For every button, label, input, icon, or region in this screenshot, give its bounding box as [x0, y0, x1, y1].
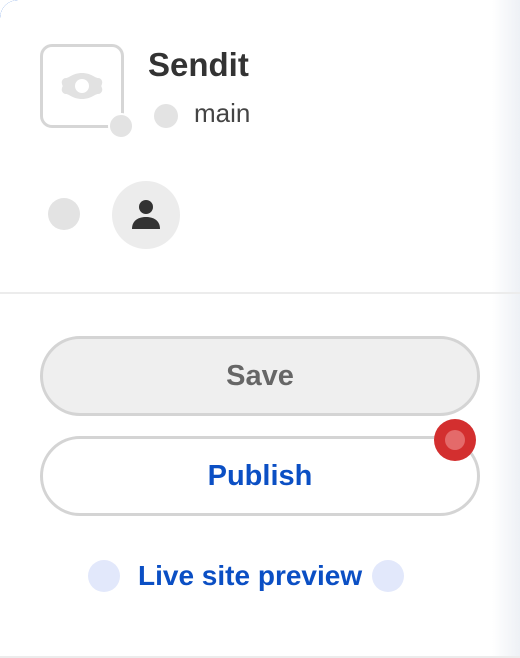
external-link-icon: [372, 560, 405, 592]
live-site-preview-link[interactable]: Live site preview: [88, 558, 405, 594]
branch-name[interactable]: main: [194, 98, 250, 129]
app-logo-icon: [61, 73, 103, 99]
deploy-panel: Sendit main Save Publish Live site previ…: [0, 0, 520, 658]
edge-shadow: [492, 0, 520, 658]
section-divider: [0, 292, 520, 294]
branch-icon: [154, 104, 178, 128]
preview-leading-icon: [88, 560, 120, 592]
avatar[interactable]: [112, 181, 180, 249]
notification-badge-core: [445, 430, 465, 450]
logo-status-dot: [108, 113, 134, 139]
presence-dot-icon: [48, 198, 80, 230]
live-site-preview-label: Live site preview: [138, 560, 363, 591]
notification-badge: [434, 419, 476, 461]
app-name: Sendit: [148, 46, 249, 83]
publish-button[interactable]: Publish: [40, 436, 480, 516]
save-button[interactable]: Save: [40, 336, 480, 416]
person-icon: [132, 200, 160, 229]
